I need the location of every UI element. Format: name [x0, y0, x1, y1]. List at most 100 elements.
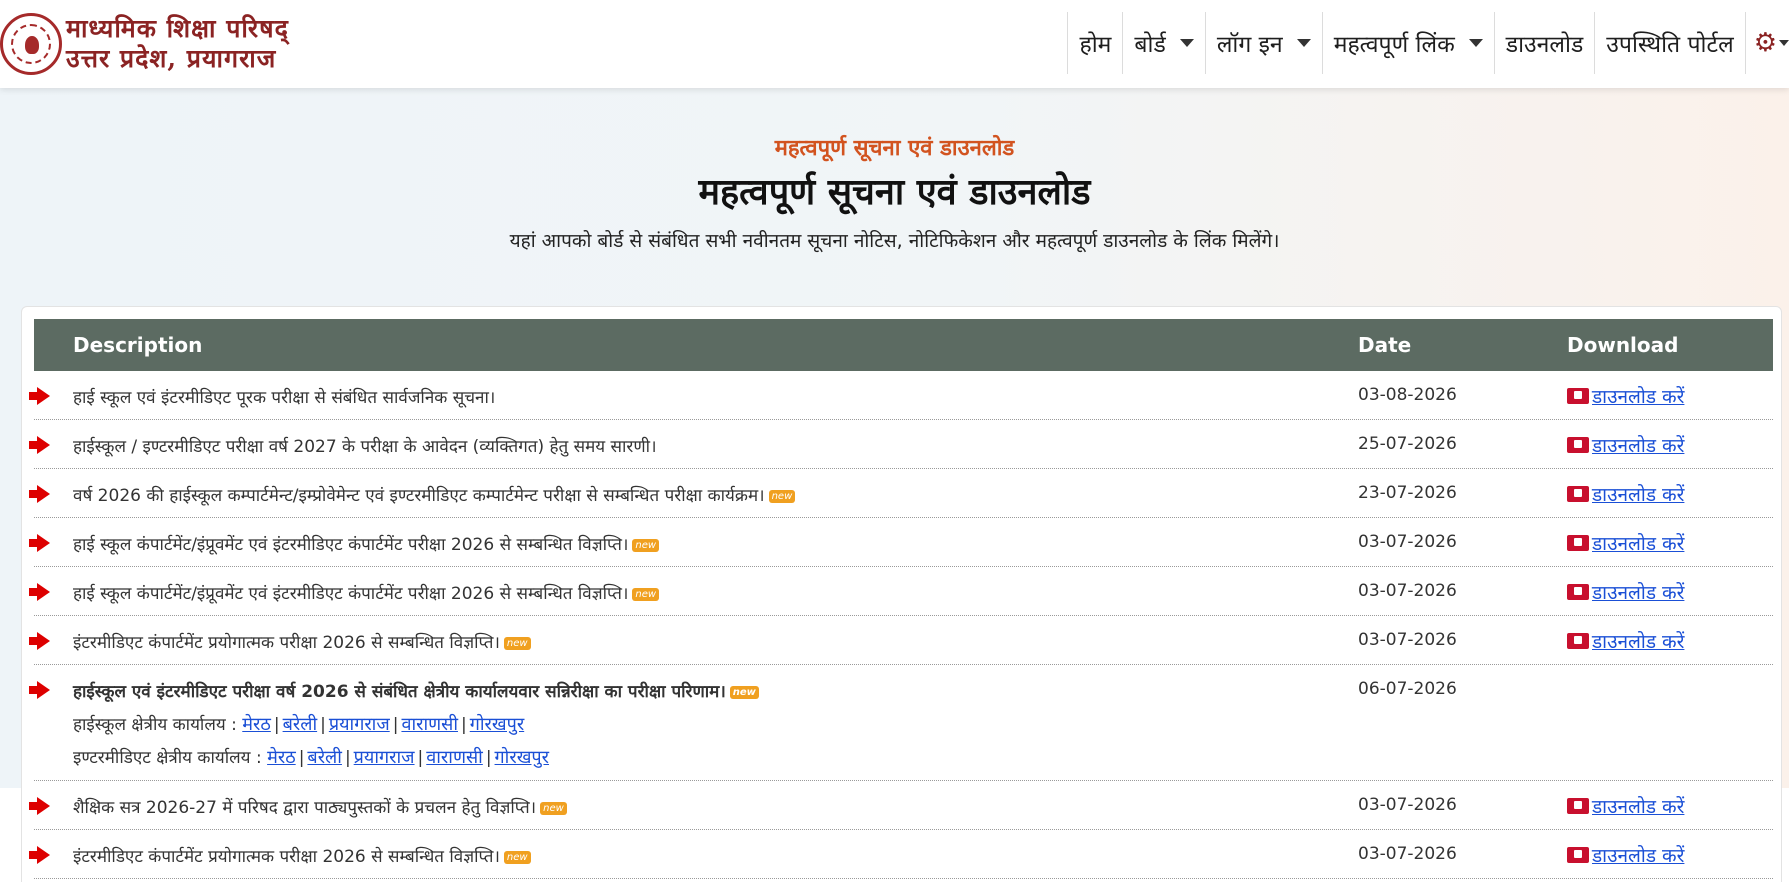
new-badge: new	[632, 538, 660, 552]
pdf-icon	[1567, 847, 1589, 863]
intermediate-regions-label: इण्टरमीडिएट क्षेत्रीय कार्यालय :	[73, 748, 262, 768]
table-row: इंटरमीडिएट कंपार्टमेंट प्रयोगात्मक परीक्…	[29, 616, 1773, 665]
arrow-right-icon	[29, 485, 50, 503]
caret-down-icon	[1468, 39, 1483, 47]
row-date: 06-07-2026	[1358, 679, 1457, 699]
table-row: हाई स्कूल कंपार्टमेंट/इंप्रूवमेंट एवं इं…	[29, 567, 1773, 616]
logo-line-2: उत्तर प्रदेश, प्रयागराज	[66, 44, 277, 73]
arrow-right-icon	[29, 846, 50, 864]
row-date: 03-07-2026	[1358, 581, 1457, 601]
highschool-regions-label: हाईस्कूल क्षेत्रीय कार्यालय :	[73, 715, 237, 735]
row-description-text: वर्ष 2026 की हाईस्कूल कम्पार्टमेन्ट/इम्प…	[73, 486, 765, 506]
site-logo[interactable]: माध्यमिक शिक्षा परिषद् उत्तर प्रदेश, प्र…	[0, 10, 289, 78]
row-date: 03-07-2026	[1358, 532, 1457, 552]
nav-item-attendance-portal[interactable]: उपस्थिति पोर्टल	[1594, 12, 1744, 74]
arrow-right-icon	[29, 583, 50, 601]
row-description: शैक्षिक सत्र 2026-27 में परिषद द्वारा पा…	[73, 795, 567, 818]
row-description: वर्ष 2026 की हाईस्कूल कम्पार्टमेन्ट/इम्प…	[73, 483, 796, 506]
pdf-icon	[1567, 798, 1589, 814]
nav-item-download[interactable]: डाउनलोड	[1493, 12, 1595, 74]
caret-down-icon	[1296, 39, 1311, 47]
download-link[interactable]: डाउनलोड करें	[1592, 628, 1684, 654]
site-header: माध्यमिक शिक्षा परिषद् उत्तर प्रदेश, प्र…	[0, 0, 1789, 88]
download-cell: डाउनलोड करें	[1567, 530, 1684, 556]
row-description-text: हाई स्कूल कंपार्टमेंट/इंप्रूवमेंट एवं इं…	[73, 535, 629, 555]
download-link[interactable]: डाउनलोड करें	[1592, 579, 1684, 605]
region-link-meerut[interactable]: मेरठ	[242, 714, 271, 735]
row-date: 23-07-2026	[1358, 483, 1457, 503]
download-link[interactable]: डाउनलोड करें	[1592, 383, 1684, 409]
row-description: हाई स्कूल एवं इंटरमीडिएट पूरक परीक्षा से…	[73, 388, 496, 408]
column-header-description: Description	[73, 333, 203, 357]
row-description: हाईस्कूल / इण्टरमीडिएट परीक्षा वर्ष 2027…	[73, 437, 657, 457]
table-row: हाईस्कूल / इण्टरमीडिएट परीक्षा वर्ष 2027…	[29, 420, 1773, 469]
download-link[interactable]: डाउनलोड करें	[1592, 432, 1684, 458]
download-link[interactable]: डाउनलोड करें	[1592, 842, 1684, 868]
pdf-icon	[1567, 486, 1589, 502]
arrow-right-icon	[29, 534, 50, 552]
region-link-bareilly[interactable]: बरेली	[283, 714, 318, 735]
caret-down-icon	[1179, 39, 1194, 47]
region-link-prayagraj[interactable]: प्रयागराज	[354, 747, 415, 768]
arrow-right-icon	[29, 387, 50, 405]
row-description: इंटरमीडिएट कंपार्टमेंट प्रयोगात्मक परीक्…	[73, 630, 531, 653]
arrow-right-icon	[29, 632, 50, 650]
download-cell: डाउनलोड करें	[1567, 628, 1684, 654]
row-description: हाईस्कूल एवं इंटरमीडिएट परीक्षा वर्ष 202…	[73, 679, 759, 702]
nav-label: होम	[1079, 32, 1112, 58]
table-row: इंटरमीडिएट कंपार्टमेंट प्रयोगात्मक परीक्…	[29, 830, 1773, 879]
pdf-icon	[1567, 437, 1589, 453]
new-badge: new	[540, 801, 567, 815]
intermediate-regions-line: इण्टरमीडिएट क्षेत्रीय कार्यालय : मेरठ | बर…	[73, 745, 549, 769]
arrow-right-icon	[29, 681, 50, 699]
logo-line-1: माध्यमिक शिक्षा परिषद्	[66, 14, 289, 43]
separator: |	[392, 715, 399, 735]
column-header-date: Date	[1358, 333, 1412, 357]
row-description: हाई स्कूल कंपार्टमेंट/इंप्रूवमेंट एवं इं…	[73, 581, 660, 604]
page-title: महत्वपूर्ण सूचना एवं डाउनलोड	[698, 172, 1091, 213]
new-badge: new	[503, 850, 531, 864]
settings-menu[interactable]: ⚙	[1744, 12, 1789, 74]
download-cell: डाउनलोड करें	[1567, 481, 1684, 507]
download-link[interactable]: डाउनलोड करें	[1592, 530, 1684, 556]
nav-label: डाउनलोड	[1505, 32, 1584, 58]
column-header-download: Download	[1567, 333, 1679, 357]
nav-item-home[interactable]: होम	[1067, 12, 1122, 74]
region-link-varanasi[interactable]: वाराणसी	[401, 714, 458, 735]
nav-label: लॉग इन	[1216, 32, 1283, 58]
gear-icon: ⚙	[1753, 28, 1777, 58]
download-link[interactable]: डाउनलोड करें	[1592, 793, 1684, 819]
table-row: वर्ष 2026 की हाईस्कूल कम्पार्टमेन्ट/इम्प…	[29, 469, 1773, 518]
nav-label: उपस्थिति पोर्टल	[1606, 32, 1734, 58]
separator: |	[344, 748, 351, 768]
download-cell: डाउनलोड करें	[1567, 579, 1684, 605]
download-link[interactable]: डाउनलोड करें	[1592, 481, 1684, 507]
main-nav: होम बोर्ड लॉग इन महत्वपूर्ण लिंक डाउनलोड…	[1067, 12, 1789, 74]
highschool-regions-line: हाईस्कूल क्षेत्रीय कार्यालय : मेरठ | बरेली…	[73, 712, 524, 736]
region-link-prayagraj[interactable]: प्रयागराज	[329, 714, 390, 735]
region-link-varanasi[interactable]: वाराणसी	[426, 747, 483, 768]
table-row: हाईस्कूल एवं इंटरमीडिएट परीक्षा वर्ष 202…	[29, 665, 1773, 781]
notices-card: Description Date Download हाई स्कूल एवं …	[21, 306, 1782, 882]
region-link-gorakhpur[interactable]: गोरखपुर	[470, 714, 524, 735]
pdf-icon	[1567, 633, 1589, 649]
region-link-meerut[interactable]: मेरठ	[267, 747, 296, 768]
row-description-text: इंटरमीडिएट कंपार्टमेंट प्रयोगात्मक परीक्…	[73, 847, 500, 867]
separator: |	[298, 748, 305, 768]
separator: |	[320, 715, 326, 735]
nav-label: बोर्ड	[1134, 32, 1166, 58]
row-description-text: इंटरमीडिएट कंपार्टमेंट प्रयोगात्मक परीक्…	[73, 633, 500, 653]
logo-text: माध्यमिक शिक्षा परिषद् उत्तर प्रदेश, प्र…	[66, 14, 289, 74]
new-badge: new	[632, 587, 660, 601]
nav-item-login[interactable]: लॉग इन	[1204, 12, 1322, 74]
nav-item-important-links[interactable]: महत्वपूर्ण लिंक	[1321, 12, 1494, 74]
nav-item-board[interactable]: बोर्ड	[1122, 12, 1204, 74]
row-date: 03-07-2026	[1358, 844, 1457, 864]
download-cell: डाउनलोड करें	[1567, 842, 1684, 868]
region-link-gorakhpur[interactable]: गोरखपुर	[495, 747, 549, 768]
row-description: इंटरमीडिएट कंपार्टमेंट प्रयोगात्मक परीक्…	[73, 844, 531, 867]
arrow-right-icon	[29, 436, 50, 454]
row-description-text: हाईस्कूल एवं इंटरमीडिएट परीक्षा वर्ष 202…	[73, 682, 726, 702]
row-date: 03-07-2026	[1358, 795, 1457, 815]
region-link-bareilly[interactable]: बरेली	[307, 747, 342, 768]
